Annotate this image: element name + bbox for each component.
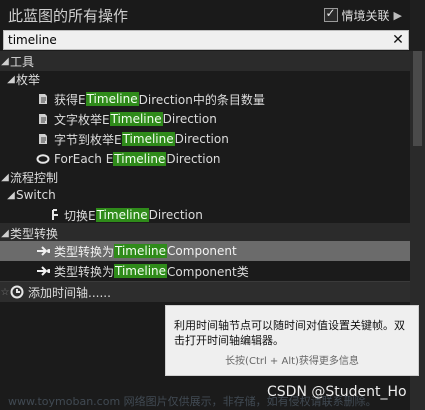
- item-prefix: 文字枚举E: [54, 112, 110, 127]
- cast-node-icon: [36, 244, 50, 258]
- item-suffix: Component类: [167, 264, 249, 279]
- tooltip-hint-text: 长按(Ctrl + Alt)获得更多信息: [225, 356, 359, 367]
- header-bar: 此蓝图的所有操作 情境关联 ▶: [0, 0, 410, 30]
- collapse-icon: ◢: [7, 73, 15, 85]
- tooltip-main-text: 利用时间轴节点可以随时间对值设置关键帧。双击打开时间轴编辑器。: [174, 319, 405, 347]
- category-flow-control[interactable]: ◢ 流程控制: [0, 167, 410, 187]
- cast-node-icon: [36, 264, 50, 278]
- item-prefix: 切换E: [64, 208, 96, 223]
- doc-icon: [36, 92, 50, 106]
- item-suffix: Direction: [166, 152, 221, 166]
- category-label: Switch: [16, 188, 56, 202]
- add-timeline-label: 添加时间轴......: [28, 285, 111, 300]
- category-cast[interactable]: ◢ 类型转换: [0, 223, 410, 243]
- category-label: 类型转换: [10, 226, 59, 241]
- item-prefix: ForEach E: [54, 152, 114, 166]
- item-highlight: Timeline: [114, 264, 168, 278]
- item-highlight: Timeline: [114, 244, 168, 258]
- action-item[interactable]: 切换E Timeline Direction: [0, 205, 410, 225]
- item-suffix: Direction中的条目数量: [138, 92, 265, 107]
- item-highlight: Timeline: [121, 132, 175, 146]
- scrollbar-thumb[interactable]: [413, 51, 422, 146]
- collapse-icon: ◢: [1, 227, 9, 239]
- doc-icon: [36, 112, 50, 126]
- item-suffix: Component: [167, 244, 237, 258]
- item-prefix: 类型转换为: [54, 244, 115, 259]
- item-suffix: Direction: [148, 208, 203, 222]
- csdn-credit: CSDN @Student_Ho: [267, 384, 407, 400]
- item-prefix: 获得E: [54, 92, 86, 107]
- category-enum[interactable]: ◢ 枚举: [0, 69, 410, 89]
- category-switch[interactable]: ◢ Switch: [0, 185, 410, 205]
- action-item-selected[interactable]: 类型转换为 Timeline Component: [0, 241, 410, 261]
- collapse-icon: ◢: [7, 189, 15, 201]
- item-prefix: 字节到枚举E: [54, 132, 122, 147]
- clock-icon: [10, 285, 24, 299]
- doc-icon: [36, 132, 50, 146]
- collapse-icon: ◢: [1, 171, 9, 183]
- category-label: 流程控制: [10, 170, 59, 185]
- item-highlight: Timeline: [85, 92, 139, 106]
- item-highlight: Timeline: [113, 152, 167, 166]
- search-bar: ✕: [3, 30, 409, 50]
- menu-title: 此蓝图的所有操作: [8, 7, 129, 25]
- item-suffix: Direction: [162, 112, 217, 126]
- action-item[interactable]: ForEach E Timeline Direction: [0, 149, 410, 169]
- category-label: 工具: [10, 54, 35, 69]
- context-checkbox[interactable]: [323, 6, 338, 22]
- item-prefix: 类型转换为: [54, 264, 115, 279]
- chevron-right-icon: ▶: [393, 8, 402, 22]
- action-item[interactable]: 文字枚举E Timeline Direction: [0, 109, 410, 129]
- item-highlight: Timeline: [95, 208, 149, 222]
- action-item[interactable]: 类型转换为 Timeline Component类: [0, 261, 410, 281]
- category-label: 枚举: [16, 72, 41, 87]
- item-suffix: Direction: [174, 132, 229, 146]
- action-item[interactable]: 字节到枚举E Timeline Direction: [0, 129, 410, 149]
- context-sensitive-toggle[interactable]: 情境关联 ▶: [323, 6, 402, 24]
- category-tools[interactable]: ◢ 工具: [0, 51, 410, 71]
- item-highlight: Timeline: [109, 112, 163, 126]
- action-tree: ◢ 工具 ◢ 枚举 获得E Timeline Direction中的条目数量 文…: [0, 51, 410, 311]
- collapse-icon: ◢: [1, 55, 9, 67]
- switch-node-icon: [46, 208, 60, 222]
- action-item[interactable]: 获得E Timeline Direction中的条目数量: [0, 89, 410, 109]
- clear-search-button[interactable]: ✕: [390, 32, 406, 48]
- context-label: 情境关联: [341, 8, 390, 23]
- foreach-loop-icon: [36, 152, 50, 166]
- search-input[interactable]: [4, 32, 390, 48]
- tooltip: 利用时间轴节点可以随时间对值设置关键帧。双击打开时间轴编辑器。 长按(Ctrl …: [165, 305, 419, 376]
- star-icon: ☆: [0, 286, 10, 298]
- add-timeline-item[interactable]: ☆ 添加时间轴......: [0, 281, 410, 302]
